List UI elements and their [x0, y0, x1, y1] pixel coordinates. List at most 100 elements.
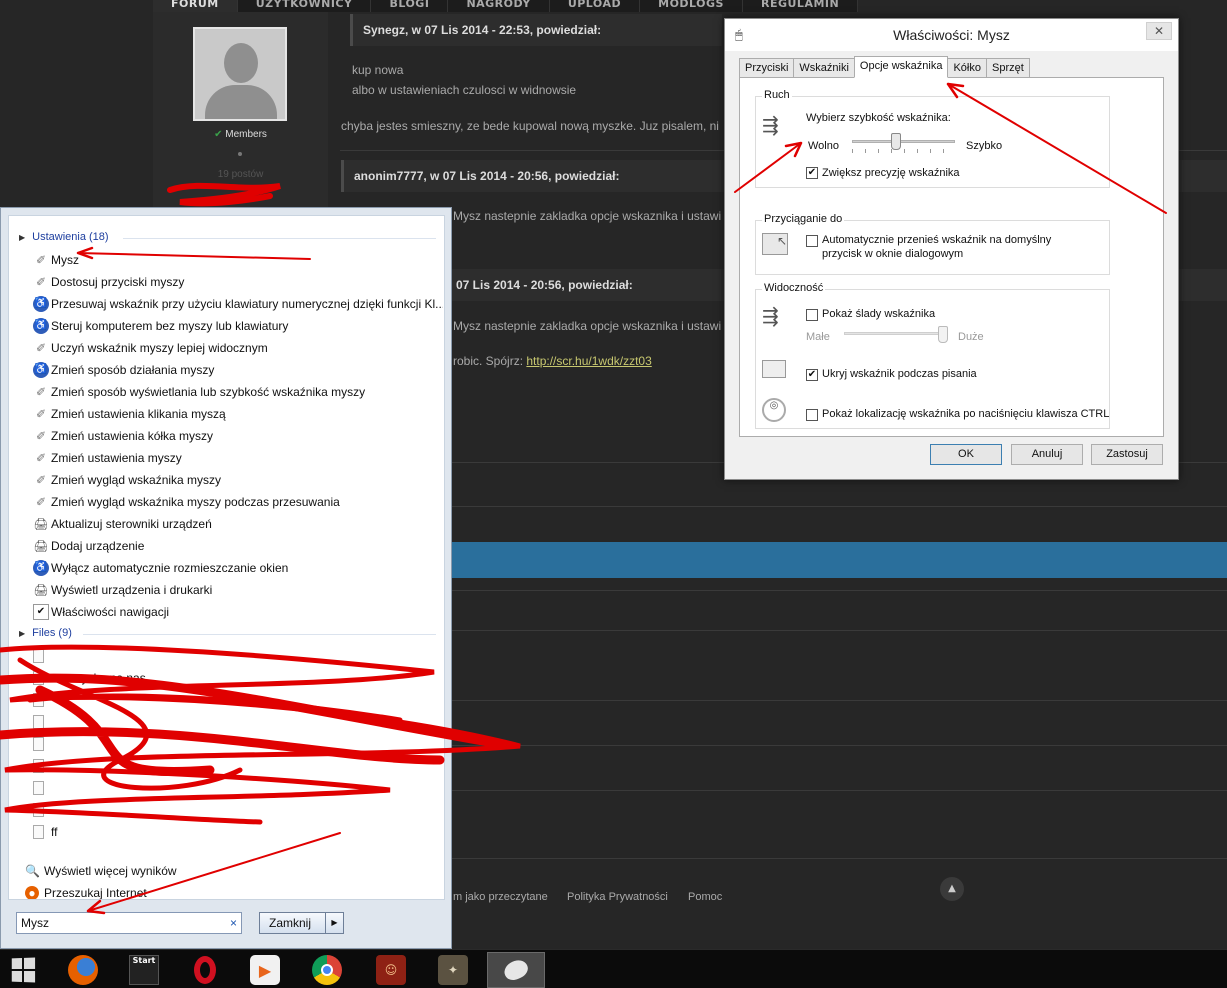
taskbar-mouse-properties[interactable] [487, 952, 545, 988]
settings-item-label: Dostosuj przyciski myszy [51, 275, 185, 289]
settings-item-label: Aktualizuj sterowniki urządzeń [51, 517, 212, 531]
settings-item-label: Steruj komputerem bez myszy lub klawiatu… [51, 319, 289, 333]
search-input[interactable]: Mysz × [16, 912, 242, 934]
settings-category-label: Ustawienia (18) [32, 231, 109, 243]
shutdown-options-icon[interactable]: ▶ [325, 913, 343, 933]
hide-while-typing-checkbox[interactable]: ✔ [806, 369, 818, 381]
speed-slider[interactable] [891, 133, 902, 150]
files-item[interactable] [33, 734, 443, 754]
start-button[interactable] [0, 952, 50, 988]
snap-to-checkbox[interactable] [806, 235, 818, 247]
taskbar-game-2[interactable]: ✦ [424, 952, 482, 988]
more-results-link[interactable]: 🔍 Wyświetl więcej wyników [25, 864, 177, 878]
footer-help-link[interactable]: Pomoc [688, 891, 722, 903]
settings-item[interactable]: ✐ Uczyń wskaźnik myszy lepiej widocznym [33, 338, 443, 358]
pointer-trails-checkbox[interactable] [806, 309, 818, 321]
file-icon [33, 781, 44, 795]
nav-rewards[interactable]: NAGRODY [448, 0, 550, 12]
apply-button[interactable]: Zastosuj [1091, 444, 1163, 465]
post-divider [450, 745, 1227, 746]
settings-item[interactable]: ✐ Zmień ustawienia klikania myszą [33, 404, 443, 424]
settings-item[interactable]: 🖨 Dodaj urządzenie [33, 536, 443, 556]
settings-item[interactable]: ✐ Zmień wygląd wskaźnika myszy [33, 470, 443, 490]
settings-item[interactable]: 🖨 Wyświetl urządzenia i drukarki [33, 580, 443, 600]
tab-hardware[interactable]: Sprzęt [985, 58, 1030, 78]
category-rule [83, 634, 436, 635]
shutdown-button[interactable]: Zamknij ▶ [259, 912, 344, 934]
dialog-title: Właściwości: Mysz [893, 27, 1010, 43]
files-item[interactable] [33, 690, 443, 710]
enhance-precision-checkbox[interactable]: ✔ [806, 167, 818, 179]
quote-text: albo w ustawieniach czulosci w widnowsie [352, 83, 577, 97]
quote-text: kup nowa [352, 63, 404, 77]
device-icon: 🖨 [33, 517, 49, 531]
post-divider [450, 590, 1227, 591]
taskbar-game-1[interactable]: ☺ [362, 952, 420, 988]
firefox-icon: ● [25, 886, 39, 899]
trails-slider[interactable] [938, 326, 948, 343]
files-item[interactable] [33, 756, 443, 776]
post-link[interactable]: http://scr.hu/1wdk/zzt03 [526, 354, 651, 368]
taskbar-firefox[interactable] [54, 952, 112, 988]
settings-item[interactable]: ✐ Mysz [33, 250, 443, 270]
settings-item[interactable]: 🖨 Aktualizuj sterowniki urządzeń [33, 514, 443, 534]
files-item[interactable] [33, 800, 443, 820]
motion-group: Ruch ⇶ Wybierz szybkość wskaźnika: Wolno… [755, 89, 1110, 188]
tab-pointers[interactable]: Wskaźniki [793, 58, 855, 78]
settings-item[interactable]: ♿ Przesuwaj wskaźnik przy użyciu klawiatu… [33, 294, 443, 314]
avatar[interactable] [193, 27, 287, 121]
taskbar-start-app[interactable]: Start [115, 952, 173, 988]
opera-icon [194, 956, 216, 984]
files-item[interactable] [33, 646, 443, 666]
settings-item[interactable]: ✐ Zmień ustawienia myszy [33, 448, 443, 468]
files-category-label: Files (9) [32, 627, 72, 639]
files-item[interactable]: ...wszyska na nas... [33, 668, 443, 688]
trails-short-label: Małe [806, 331, 830, 343]
nav-forum[interactable]: FORUM [153, 0, 238, 12]
device-icon: 🖨 [33, 583, 49, 597]
settings-item[interactable]: ♿ Steruj komputerem bez myszy lub klawiat… [33, 316, 443, 336]
settings-item[interactable]: ✐ Zmień sposób wyświetlania lub szybkość … [33, 382, 443, 402]
settings-item-label: Dodaj urządzenie [51, 539, 145, 553]
files-item[interactable]: ff [33, 822, 443, 842]
clear-search-icon[interactable]: × [230, 913, 237, 933]
settings-item[interactable]: ✐ Zmień ustawienia kółka myszy [33, 426, 443, 446]
settings-item[interactable]: ✐ Zmień wygląd wskaźnika myszy podczas pr… [33, 492, 443, 512]
search-internet-link[interactable]: ● Przeszukaj Internet [25, 886, 147, 899]
trails-slider-track [844, 332, 946, 335]
ctrl-locate-checkbox[interactable] [806, 409, 818, 421]
footer-privacy-link[interactable]: Polityka Prywatności [567, 891, 668, 903]
reply-bar [450, 542, 1227, 578]
nav-users[interactable]: UŻYTKOWNICY [238, 0, 372, 12]
footer-mark-read-link[interactable]: m jako przeczytane [453, 891, 548, 903]
settings-item[interactable]: ♿ Zmień sposób działania myszy [33, 360, 443, 380]
settings-item-label: Uczyń wskaźnik myszy lepiej widocznym [51, 341, 268, 355]
taskbar-opera[interactable] [176, 952, 234, 988]
nav-rules[interactable]: REGULAMIN [743, 0, 859, 12]
nav-blogs[interactable]: BLOGI [371, 0, 449, 12]
files-category-header[interactable]: ▶ Files (9) [19, 627, 439, 639]
settings-item[interactable]: ✔ Właściwości nawigacji [33, 602, 443, 622]
settings-category-header[interactable]: ▶ Ustawienia (18) [19, 231, 439, 243]
pointer-options-panel: Ruch ⇶ Wybierz szybkość wskaźnika: Wolno… [739, 77, 1164, 437]
arrow-up-icon[interactable]: ▲ [940, 877, 964, 901]
settings-item-label: Zmień ustawienia kółka myszy [51, 429, 214, 443]
settings-item[interactable]: ✐ Dostosuj przyciski myszy [33, 272, 443, 292]
files-item[interactable] [33, 712, 443, 732]
cancel-button[interactable]: Anuluj [1011, 444, 1083, 465]
speed-slow-label: Wolno [808, 140, 839, 152]
tab-buttons[interactable]: Przyciski [739, 58, 795, 78]
dialog-titlebar[interactable]: 🖱 Właściwości: Mysz ✕ [725, 19, 1178, 51]
close-button[interactable]: ✕ [1146, 22, 1172, 40]
settings-item[interactable]: ♿ Wyłącz automatycznie rozmieszczanie oki… [33, 558, 443, 578]
nav-upload[interactable]: UPLOAD [550, 0, 641, 12]
mouse-icon: ✐ [35, 473, 47, 487]
nav-modlogs[interactable]: MODLOGS [640, 0, 743, 12]
file-icon [33, 825, 44, 839]
taskbar-media-player[interactable]: ▶ [236, 952, 294, 988]
taskbar-chrome[interactable] [298, 952, 356, 988]
ok-button[interactable]: OK [930, 444, 1002, 465]
files-item[interactable] [33, 778, 443, 798]
tab-pointer-options[interactable]: Opcje wskaźnika [853, 56, 949, 78]
tab-wheel[interactable]: Kółko [947, 58, 987, 78]
